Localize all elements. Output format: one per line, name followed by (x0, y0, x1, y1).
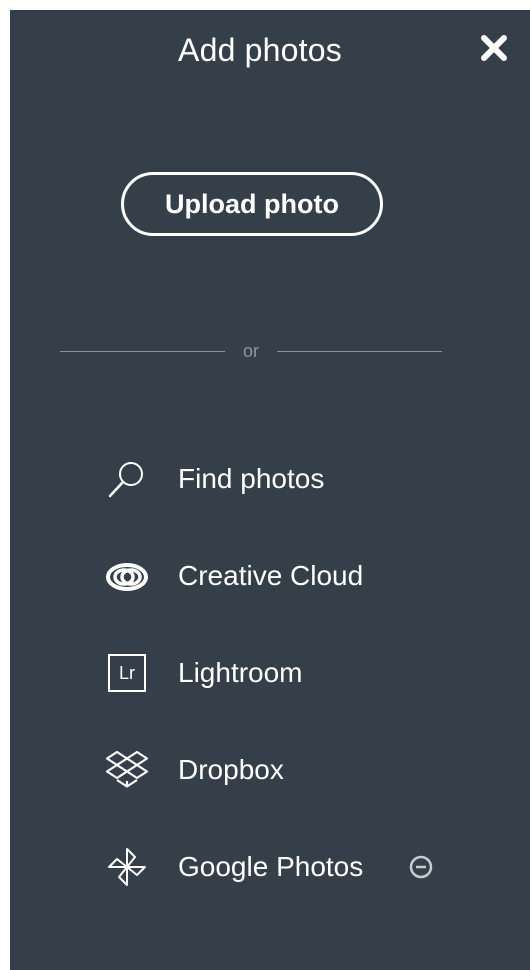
panel-title: Add photos (178, 32, 342, 68)
add-photos-panel: Add photos Upload photo or Find photos C… (10, 10, 530, 970)
source-label: Find photos (178, 463, 325, 494)
divider-line-left (60, 350, 225, 352)
close-icon (481, 35, 507, 61)
source-lightroom[interactable]: Lr Lightroom (102, 648, 462, 698)
source-label: Dropbox (178, 754, 284, 785)
source-label: Google Photos (178, 851, 364, 882)
creative-cloud-icon (102, 551, 152, 601)
source-label: Lightroom (178, 657, 303, 688)
source-creative-cloud[interactable]: Creative Cloud (102, 551, 462, 601)
lightroom-icon: Lr (102, 648, 152, 698)
remove-google-photos-button[interactable] (408, 854, 434, 880)
source-dropbox[interactable]: Dropbox (102, 745, 462, 795)
close-button[interactable] (474, 28, 514, 68)
google-photos-icon (102, 842, 152, 892)
divider-line-right (277, 350, 443, 352)
or-divider: or (60, 338, 443, 364)
search-icon (102, 454, 152, 504)
remove-circle-icon (409, 855, 433, 879)
source-label: Creative Cloud (178, 560, 364, 591)
source-find-photos[interactable]: Find photos (102, 454, 462, 504)
lightroom-icon-text: Lr (108, 654, 146, 692)
source-google-photos[interactable]: Google Photos (102, 842, 462, 892)
divider-text: or (243, 341, 260, 361)
dropbox-icon (102, 745, 152, 795)
upload-photo-button[interactable]: Upload photo (121, 172, 383, 236)
